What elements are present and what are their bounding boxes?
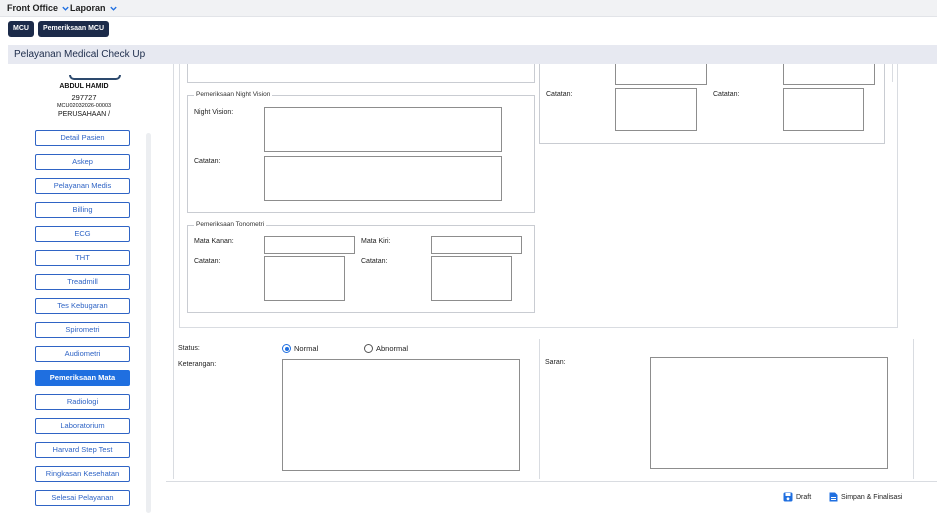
sidebar-item-laboratorium[interactable]: Laboratorium (35, 418, 130, 434)
breadcrumb-pemeriksaan-mcu[interactable]: Pemeriksaan MCU (37, 21, 110, 37)
divider (173, 64, 174, 479)
right-catatan-right-textarea[interactable] (783, 88, 864, 131)
nav-front-office[interactable]: Front Office (7, 3, 70, 13)
right-top-input-left[interactable] (615, 64, 707, 85)
divider (166, 481, 937, 482)
simpan-finalisasi-label: Simpan & Finalisasi (841, 493, 903, 501)
night-vision-label: Night Vision: (194, 109, 234, 116)
saran-label: Saran: (545, 359, 566, 366)
status-label: Status: (178, 345, 200, 352)
status-abnormal-label: Abnormal (376, 344, 409, 353)
right-catatan-right-label: Catatan: (713, 91, 740, 98)
mata-kanan-input[interactable] (264, 236, 355, 254)
nav-laporan[interactable]: Laporan (70, 3, 118, 13)
sidebar-item-harvard-step-test[interactable]: Harvard Step Test (35, 442, 130, 458)
sidebar-item-radiologi[interactable]: Radiologi (35, 394, 130, 410)
sidebar-item-pelayanan-medis[interactable]: Pelayanan Medis (35, 178, 130, 194)
right-catatan-left-textarea[interactable] (615, 88, 697, 131)
divider (179, 64, 180, 328)
sidebar-item-audiometri[interactable]: Audiometri (35, 346, 130, 362)
sidebar-scrollbar[interactable] (146, 133, 151, 513)
night-vision-catatan-textarea[interactable] (264, 156, 502, 201)
divider (892, 64, 893, 82)
patient-id: 297727 (71, 93, 97, 102)
night-vision-textarea[interactable] (264, 107, 502, 152)
sidebar-item-askep[interactable]: Askep (35, 154, 130, 170)
top-navbar: Front Office Laporan (0, 0, 937, 17)
night-vision-legend: Pemeriksaan Night Vision (194, 91, 273, 98)
tonometri-catatan-kiri-label: Catatan: (361, 258, 388, 265)
chevron-down-icon (109, 6, 117, 11)
sidebar-item-tht[interactable]: THT (35, 250, 130, 266)
keterangan-textarea[interactable] (282, 359, 520, 471)
save-icon (783, 492, 793, 502)
right-catatan-left-label: Catatan: (546, 91, 573, 98)
sidebar-item-ringkasan-kesehatan[interactable]: Ringkasan Kesehatan (35, 466, 130, 482)
status-normal-radio[interactable]: Normal (282, 344, 318, 353)
breadcrumb-mcu[interactable]: MCU (8, 21, 34, 37)
breadcrumb: MCU Pemeriksaan MCU (8, 21, 110, 37)
status-normal-label: Normal (294, 344, 319, 353)
mata-kiri-label: Mata Kiri: (361, 238, 391, 245)
divider (897, 64, 898, 328)
night-vision-catatan-label: Catatan: (194, 158, 221, 165)
page-title: Pelayanan Medical Check Up (8, 45, 937, 64)
chevron-down-icon (62, 6, 69, 11)
divider (913, 339, 914, 479)
sidebar-item-treadmill[interactable]: Treadmill (35, 274, 130, 290)
keterangan-label: Keterangan: (178, 361, 217, 368)
sidebar-item-tes-kebugaran[interactable]: Tes Kebugaran (35, 298, 130, 314)
nav-front-office-label: Front Office (7, 3, 58, 13)
sidebar-item-spirometri[interactable]: Spirometri (35, 322, 130, 338)
status-abnormal-radio[interactable]: Abnormal (364, 344, 408, 353)
right-top-input-right[interactable] (783, 64, 875, 85)
saran-textarea[interactable] (650, 357, 888, 469)
mata-kiri-input[interactable] (431, 236, 522, 254)
nav-laporan-label: Laporan (70, 3, 106, 13)
tonometri-legend: Pemeriksaan Tonometri (194, 221, 267, 228)
tonometri-catatan-kiri-textarea[interactable] (431, 256, 512, 301)
draft-button[interactable]: Draft (783, 492, 811, 502)
patient-company: PERUSAHAAN / (57, 111, 111, 118)
fieldset-previous (187, 64, 535, 83)
divider (179, 327, 898, 328)
patient-name: ABDUL HAMID (59, 83, 109, 90)
mata-kanan-label: Mata Kanan: (194, 238, 234, 245)
tonometri-catatan-kanan-label: Catatan: (194, 258, 221, 265)
radio-unchecked-icon (364, 344, 373, 353)
sidebar-item-pemeriksaan-mata[interactable]: Pemeriksaan Mata (35, 370, 130, 386)
document-save-icon (829, 492, 838, 502)
draft-label: Draft (796, 493, 812, 501)
main-content: Pemeriksaan Night Vision Night Vision: C… (166, 64, 937, 516)
simpan-finalisasi-button[interactable]: Simpan & Finalisasi (829, 492, 902, 502)
sidebar: ABDUL HAMID 297727 MCU02032026-00003 PER… (8, 64, 160, 516)
sidebar-item-detail-pasien[interactable]: Detail Pasien (35, 130, 130, 146)
radio-checked-icon (282, 344, 291, 353)
patient-mcu-number: MCU02032026-00003 (56, 103, 112, 109)
tonometri-catatan-kanan-textarea[interactable] (264, 256, 345, 301)
sidebar-item-billing[interactable]: Billing (35, 202, 130, 218)
avatar (69, 75, 121, 80)
divider (539, 339, 540, 479)
sidebar-item-selesai-pelayanan[interactable]: Selesai Pelayanan (35, 490, 130, 506)
sidebar-item-ecg[interactable]: ECG (35, 226, 130, 242)
